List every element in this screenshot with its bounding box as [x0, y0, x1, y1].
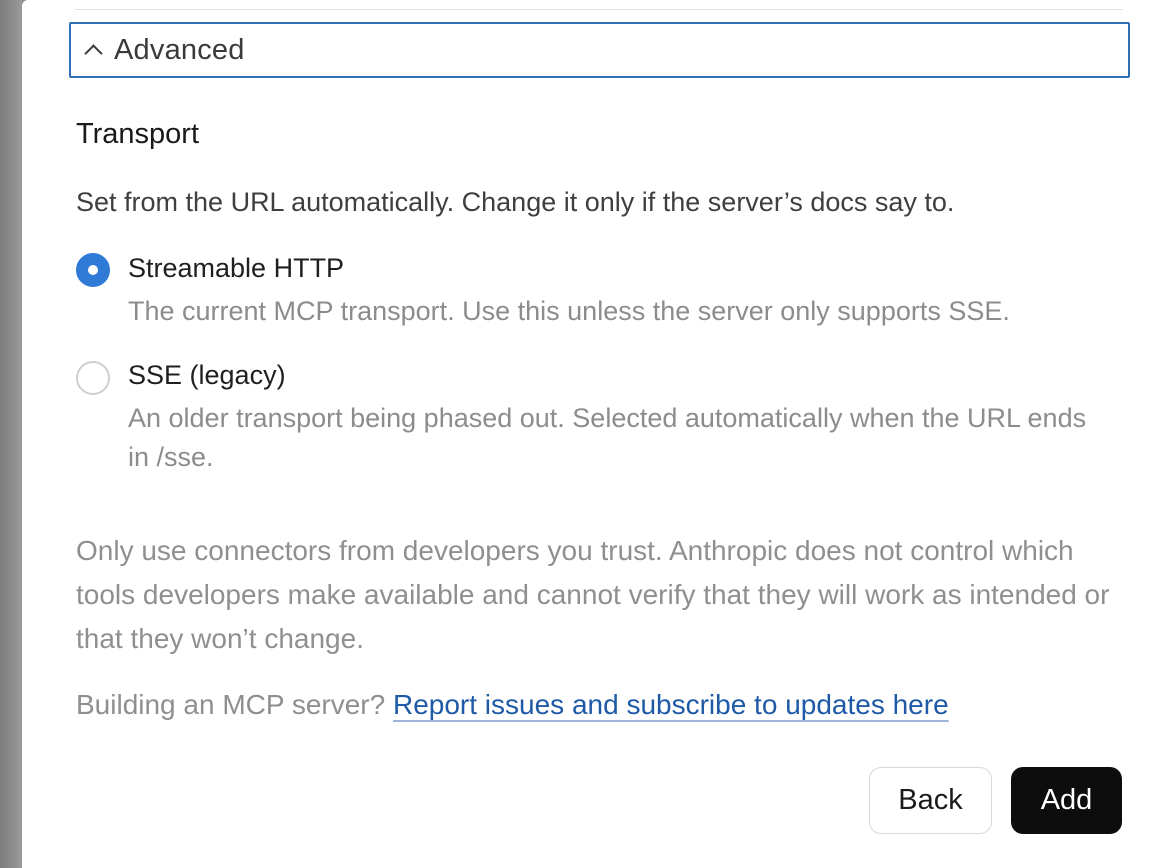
- add-button[interactable]: Add: [1011, 767, 1122, 834]
- report-issues-link[interactable]: Report issues and subscribe to updates h…: [393, 689, 949, 720]
- mcp-server-note: Building an MCP server? Report issues an…: [76, 689, 949, 721]
- transport-description: Set from the URL automatically. Change i…: [76, 187, 955, 217]
- option-description: An older transport being phased out. Sel…: [128, 403, 1087, 472]
- option-label: SSE (legacy): [128, 360, 286, 390]
- chevron-up-icon: [84, 44, 103, 63]
- transport-title: Transport: [76, 118, 200, 150]
- mcp-server-prefix: Building an MCP server?: [76, 689, 386, 720]
- option-description: The current MCP transport. Use this unle…: [128, 296, 1010, 326]
- background-overlay: [0, 0, 22, 868]
- divider: [75, 9, 1123, 10]
- advanced-toggle[interactable]: Advanced: [69, 22, 1130, 78]
- radio-button-unchecked[interactable]: [76, 361, 110, 395]
- option-label: Streamable HTTP: [128, 253, 345, 283]
- advanced-label: Advanced: [114, 33, 245, 66]
- radio-button-checked[interactable]: [76, 253, 110, 287]
- trust-disclaimer: Only use connectors from developers you …: [76, 535, 1110, 654]
- back-button[interactable]: Back: [869, 767, 992, 834]
